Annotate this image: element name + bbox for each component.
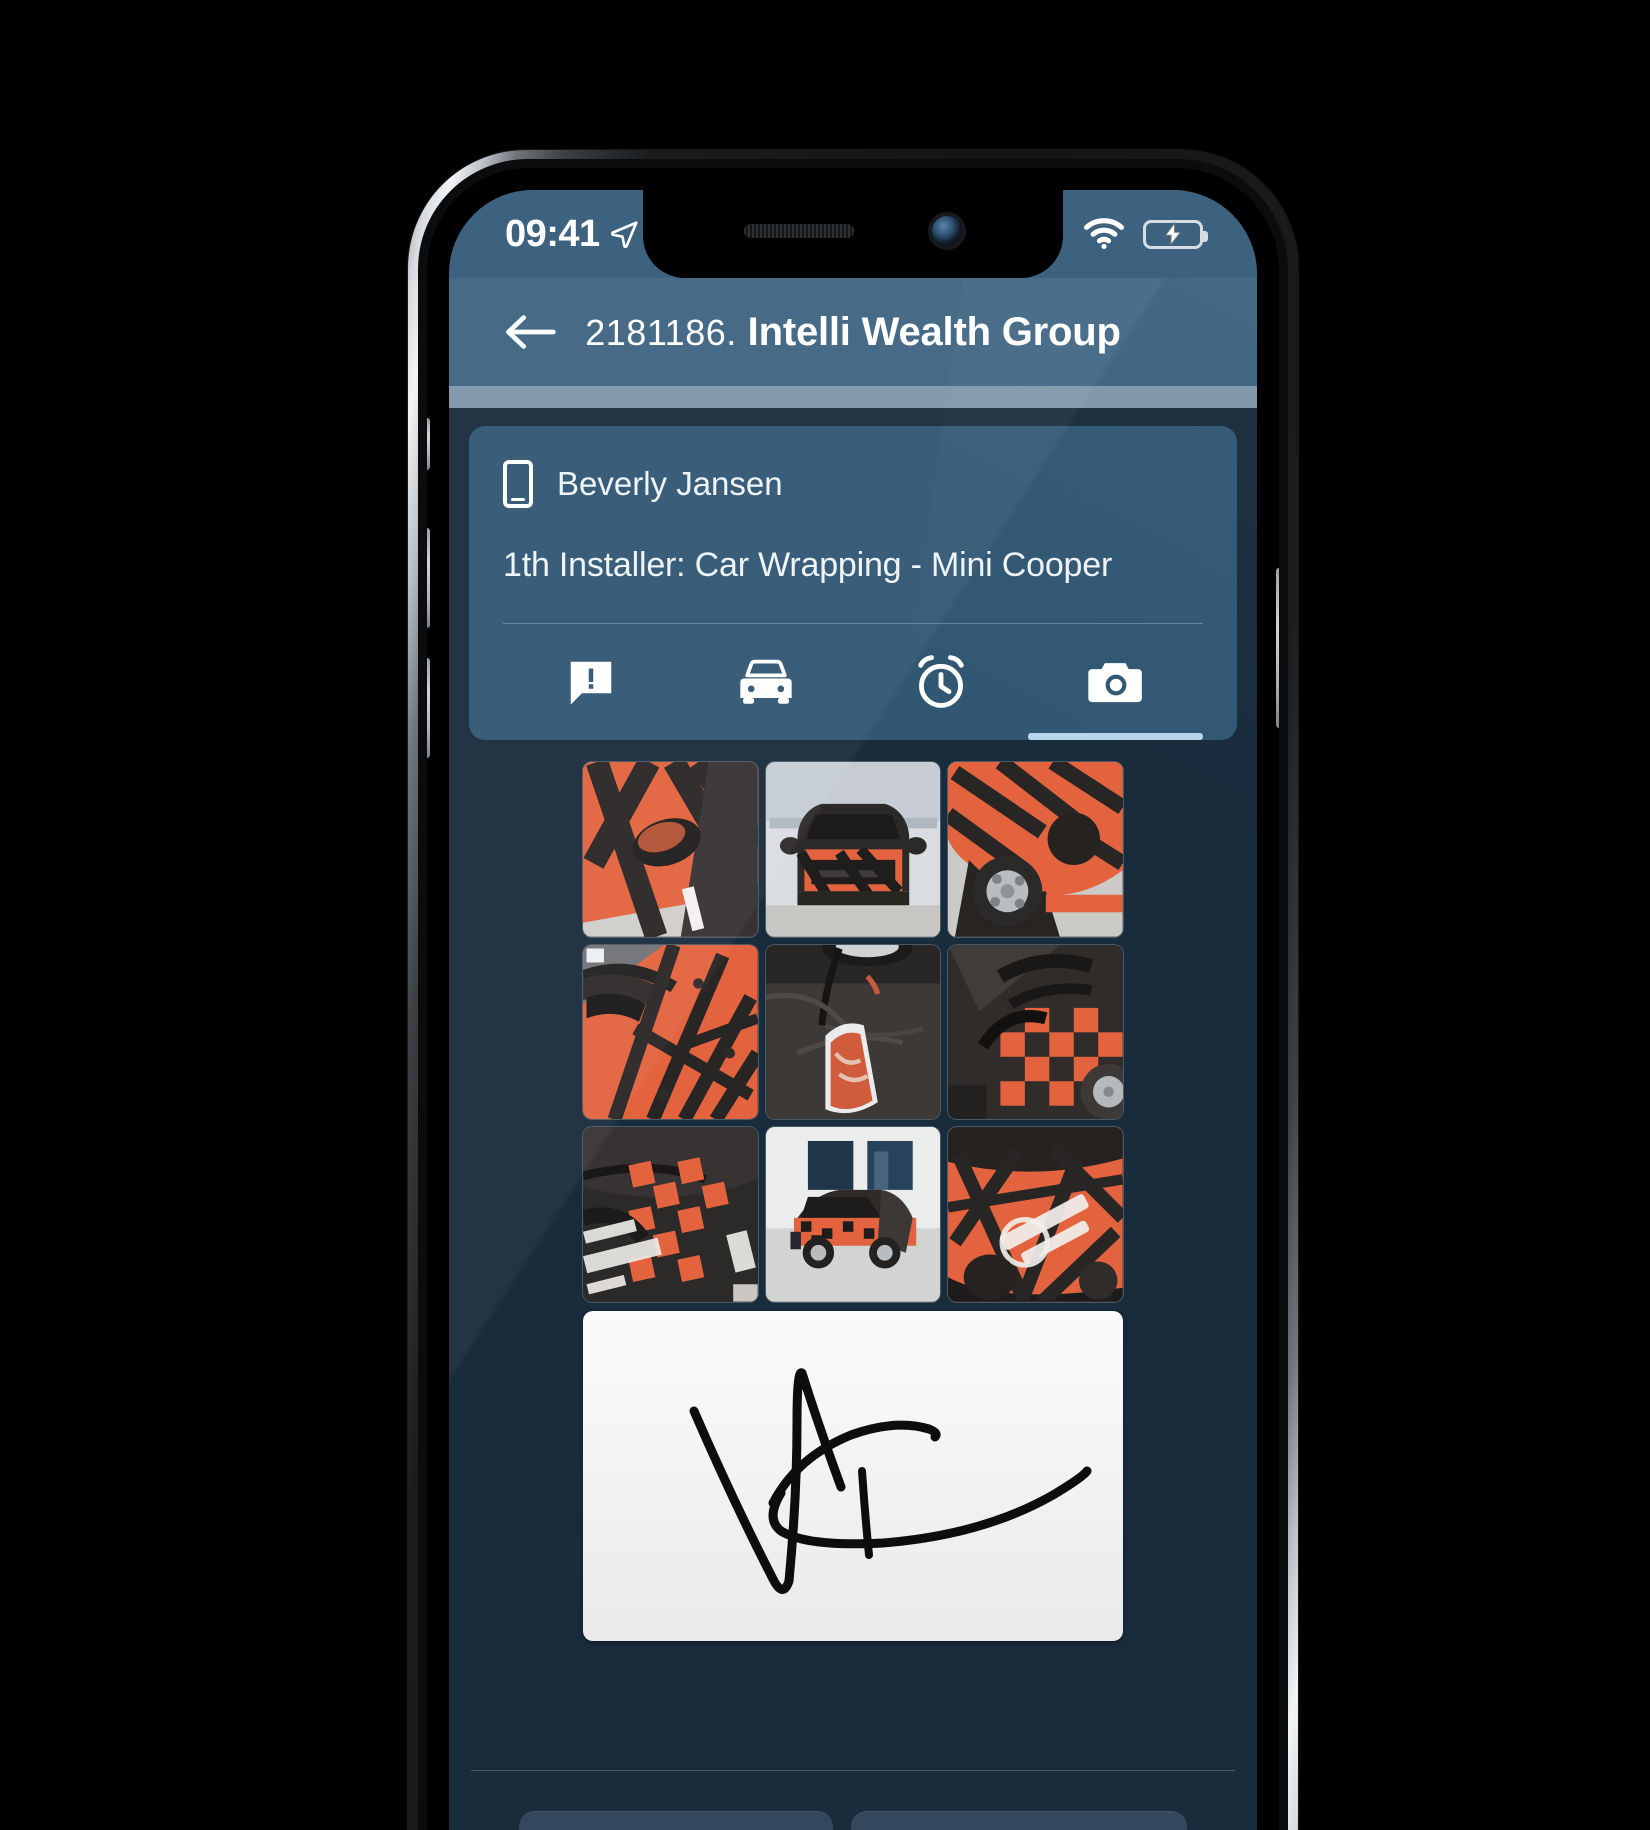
record-number: 2181186. [585, 311, 737, 353]
photo-gallery [449, 740, 1257, 1734]
status-bar-left: 09:41 [505, 215, 640, 253]
navbar-accent-band [449, 386, 1257, 408]
photo-thumbnail[interactable] [948, 944, 1123, 1120]
signature-pad[interactable] [583, 1311, 1123, 1642]
action-bar: Take Picture Upload Photo [449, 1771, 1257, 1830]
photo-thumbnail[interactable] [765, 944, 941, 1120]
app-body: Beverly Jansen 1th Installer: Car Wrappi… [449, 408, 1257, 1830]
alarm-clock-icon [917, 655, 964, 708]
status-bar-clock: 09:41 [505, 213, 600, 255]
power-button[interactable] [1276, 568, 1279, 728]
battery-charging-icon [1143, 219, 1208, 249]
upload-photo-button[interactable]: Upload Photo [850, 1811, 1188, 1830]
location-arrow-icon [610, 219, 640, 249]
volume-up-button[interactable] [427, 528, 430, 628]
wifi-icon [1083, 218, 1125, 250]
tab-bar [503, 624, 1203, 740]
photo-thumbnail[interactable] [765, 762, 941, 937]
phone-screen: 09:41 2181186. Intelli Wealth Group Beve… [449, 190, 1257, 1830]
mobile-phone-icon [503, 460, 533, 508]
volume-down-button[interactable] [427, 658, 430, 758]
job-description: 1th Installer: Car Wrapping - Mini Coope… [503, 546, 1113, 584]
phone-frame-inner: 09:41 2181186. Intelli Wealth Group Beve… [418, 159, 1288, 1830]
photo-thumbnail[interactable] [765, 1127, 941, 1303]
page-title: 2181186. Intelli Wealth Group [449, 310, 1257, 355]
earpiece-speaker [744, 224, 854, 238]
contact-row: Beverly Jansen [503, 460, 1203, 508]
photo-thumbnail[interactable] [583, 1127, 758, 1303]
page-title-text: Intelli Wealth Group [747, 309, 1121, 354]
navigation-bar: 2181186. Intelli Wealth Group [449, 278, 1257, 386]
photo-thumbnail[interactable] [583, 944, 758, 1120]
photo-thumbnail[interactable] [948, 1127, 1123, 1303]
photo-thumbnail[interactable] [583, 762, 758, 937]
contact-name: Beverly Jansen [557, 465, 783, 502]
car-icon [739, 659, 792, 704]
back-button[interactable] [499, 301, 561, 363]
status-bar-right [1083, 218, 1208, 250]
front-camera-icon [932, 216, 962, 246]
tab-schedule[interactable] [853, 624, 1028, 740]
phone-bezel: 09:41 2181186. Intelli Wealth Group Beve… [427, 168, 1279, 1830]
photo-thumbnail[interactable] [948, 762, 1123, 937]
job-info-card: Beverly Jansen 1th Installer: Car Wrappi… [469, 426, 1237, 740]
app-root: 09:41 2181186. Intelli Wealth Group Beve… [449, 190, 1257, 1830]
back-arrow-icon [506, 315, 556, 349]
tab-vehicle[interactable] [678, 624, 853, 740]
tab-notes[interactable] [503, 624, 678, 740]
phone-device-frame: 09:41 2181186. Intelli Wealth Group Beve… [408, 150, 1298, 1830]
camera-icon [1087, 663, 1142, 703]
comment-alert-icon [570, 661, 611, 705]
photo-grid [583, 762, 1123, 1303]
take-picture-button[interactable]: Take Picture [518, 1811, 833, 1830]
tab-photos[interactable] [1028, 624, 1203, 740]
silent-switch[interactable] [427, 418, 430, 470]
screenshot-stage: 09:41 2181186. Intelli Wealth Group Beve… [0, 0, 1650, 1830]
device-notch [643, 190, 1063, 278]
